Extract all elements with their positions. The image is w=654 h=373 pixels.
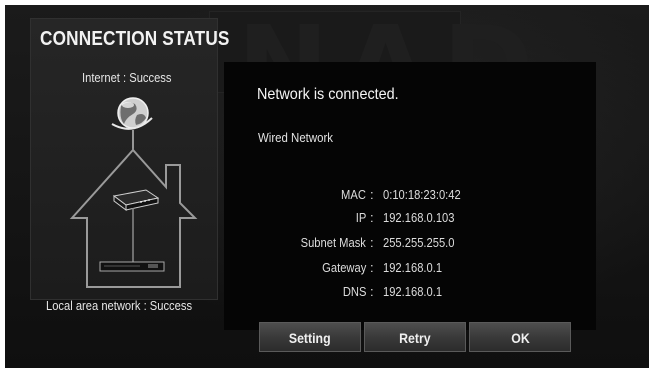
router-icon [112, 189, 160, 211]
retry-button[interactable]: Retry [364, 322, 466, 352]
player-device-icon [99, 261, 165, 272]
info-separator: : [370, 235, 374, 250]
info-label: Gateway [321, 260, 366, 275]
info-separator: : [370, 260, 374, 275]
ok-button[interactable]: OK [469, 322, 571, 352]
info-label: IP [355, 210, 366, 225]
info-value: 0:10:18:23:0:42 [383, 187, 461, 202]
info-row-subnet: Subnet Mask : 255.255.255.0 [260, 235, 560, 253]
info-row-mac: MAC : 0:10:18:23:0:42 [260, 187, 560, 205]
info-value: 255.255.255.0 [383, 235, 455, 250]
info-label: DNS [342, 284, 366, 299]
lan-status-label: Local area network : Success [46, 298, 193, 313]
info-value: 192.168.0.1 [383, 284, 443, 299]
info-label: Subnet Mask [300, 235, 366, 250]
info-value: 192.168.0.1 [383, 260, 443, 275]
ok-button-label: OK [510, 330, 530, 346]
info-label: MAC [341, 187, 366, 202]
info-value: 192.168.0.103 [383, 210, 455, 225]
info-row-ip: IP : 192.168.0.103 [260, 210, 560, 228]
info-separator: : [370, 187, 374, 202]
retry-button-label: Retry [399, 330, 431, 346]
info-row-dns: DNS : 192.168.0.1 [260, 284, 560, 302]
connection-headline: Network is connected. [257, 86, 399, 103]
setting-button-label: Setting [289, 330, 331, 346]
globe-icon [111, 97, 153, 130]
info-row-gateway: Gateway : 192.168.0.1 [260, 260, 560, 278]
setting-button[interactable]: Setting [259, 322, 361, 352]
info-separator: : [370, 210, 374, 225]
network-type-label: Wired Network [258, 130, 334, 145]
info-separator: : [370, 284, 374, 299]
